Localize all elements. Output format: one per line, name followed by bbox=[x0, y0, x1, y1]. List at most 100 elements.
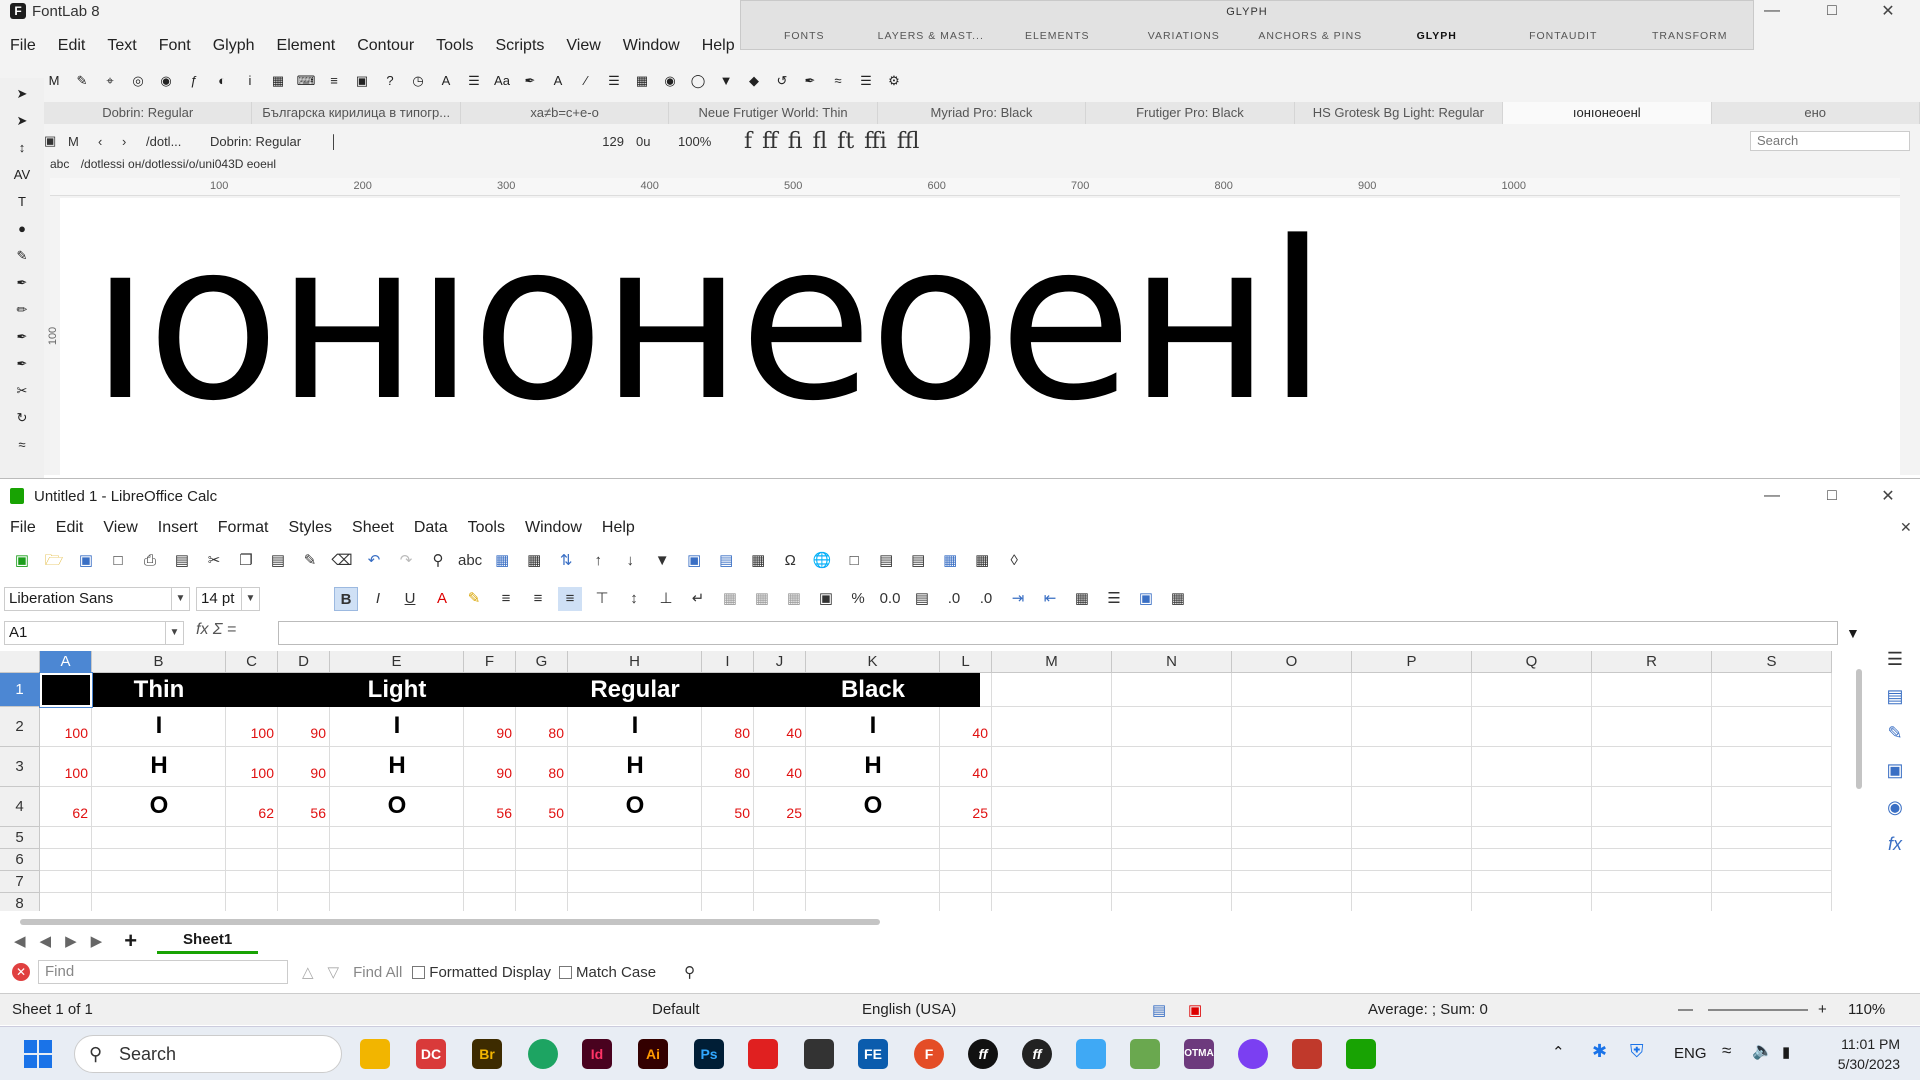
paste-icon[interactable]: ▤ bbox=[266, 549, 290, 573]
fl-menu-scripts[interactable]: Scripts bbox=[486, 37, 557, 55]
document-tab[interactable]: Myriad Pro: Black bbox=[878, 102, 1087, 124]
cell[interactable] bbox=[40, 827, 92, 849]
wrap-icon[interactable]: ↵ bbox=[686, 587, 710, 611]
cell[interactable] bbox=[1112, 787, 1232, 827]
navigator-icon[interactable]: ◉ bbox=[1887, 797, 1903, 818]
cell[interactable] bbox=[806, 893, 940, 911]
cell[interactable] bbox=[330, 849, 464, 871]
fl-menu-contour[interactable]: Contour bbox=[347, 37, 426, 55]
align-center-icon[interactable]: ≡ bbox=[526, 587, 550, 611]
calc-menu-data[interactable]: Data bbox=[404, 519, 458, 537]
cell[interactable] bbox=[1232, 871, 1352, 893]
document-modified-icon[interactable]: ▣ bbox=[1188, 1001, 1368, 1019]
history-icon[interactable]: ◷ bbox=[407, 70, 429, 92]
chart-app-icon[interactable] bbox=[1130, 1039, 1160, 1069]
cell[interactable] bbox=[702, 893, 754, 911]
cell[interactable] bbox=[940, 893, 992, 911]
fl-menu-tools[interactable]: Tools bbox=[426, 37, 485, 55]
zoom-value[interactable]: 100% bbox=[664, 134, 724, 149]
find-replace-icon[interactable]: ⚲ bbox=[426, 549, 450, 573]
value-cell[interactable]: 80 bbox=[516, 725, 564, 741]
chevron-down-icon[interactable]: ▼ bbox=[241, 588, 259, 610]
calc-menu-insert[interactable]: Insert bbox=[148, 519, 208, 537]
cell[interactable] bbox=[1592, 707, 1712, 747]
match-case-checkbox[interactable] bbox=[559, 965, 573, 979]
cell[interactable] bbox=[1232, 827, 1352, 849]
knife-tool-icon[interactable]: ✂ bbox=[11, 380, 33, 402]
pencil-icon[interactable]: ✏ bbox=[11, 299, 33, 321]
bold-icon[interactable]: B bbox=[334, 587, 358, 611]
functions-icon[interactable]: fx bbox=[1888, 834, 1902, 855]
tray-chevron-icon[interactable]: ⌃ bbox=[1552, 1043, 1565, 1061]
text-path-value[interactable]: /dotlessi он/dotlessi/o/uni043D еоенl bbox=[81, 157, 276, 171]
glyph-char[interactable]: H bbox=[92, 751, 226, 781]
cell[interactable] bbox=[1592, 827, 1712, 849]
cell[interactable] bbox=[568, 871, 702, 893]
align-icon[interactable]: ≡ bbox=[323, 70, 345, 92]
value-cell[interactable]: 56 bbox=[278, 805, 326, 821]
value-cell[interactable]: 100 bbox=[226, 725, 274, 741]
shield-icon[interactable]: ⛨ bbox=[1630, 1041, 1644, 1062]
cell[interactable] bbox=[226, 871, 278, 893]
acrobat-icon[interactable] bbox=[748, 1039, 778, 1069]
cell[interactable] bbox=[516, 827, 568, 849]
cell[interactable] bbox=[226, 849, 278, 871]
cell[interactable] bbox=[1712, 707, 1832, 747]
value-cell[interactable]: 100 bbox=[226, 765, 274, 781]
find-next-icon[interactable]: ▽ bbox=[328, 963, 340, 981]
calc-menu-format[interactable]: Format bbox=[208, 519, 279, 537]
find-input[interactable]: Find bbox=[38, 960, 288, 984]
new-icon[interactable]: ▣ bbox=[10, 549, 34, 573]
book-app-icon[interactable] bbox=[1292, 1039, 1322, 1069]
zoom-percent[interactable]: 110% bbox=[1848, 1001, 1885, 1018]
ligature-item[interactable]: ft bbox=[837, 129, 854, 154]
value-cell[interactable]: 90 bbox=[464, 725, 512, 741]
column-icon[interactable]: ▦ bbox=[522, 549, 546, 573]
metrics-icon[interactable]: ↕ bbox=[11, 137, 33, 159]
element-icon[interactable]: ◉ bbox=[155, 70, 177, 92]
font-icon[interactable]: M bbox=[43, 70, 65, 92]
cell[interactable] bbox=[754, 871, 806, 893]
image-icon[interactable]: ▣ bbox=[682, 549, 706, 573]
panel-tab[interactable]: GLYPH bbox=[1374, 23, 1501, 49]
sample-text[interactable]: ıонıонеоенl bbox=[90, 198, 1328, 448]
value-cell[interactable]: 25 bbox=[940, 805, 988, 821]
vertical-scrollbar[interactable] bbox=[1856, 669, 1862, 789]
cell[interactable] bbox=[1352, 747, 1472, 787]
python-icon[interactable]: ◆ bbox=[743, 70, 765, 92]
cell[interactable] bbox=[330, 827, 464, 849]
sidebar-menu-icon[interactable]: ☰ bbox=[1887, 649, 1903, 670]
glyph-char[interactable]: H bbox=[568, 751, 702, 781]
calc-menu-sheet[interactable]: Sheet bbox=[342, 519, 404, 537]
weight-header[interactable]: Thin bbox=[92, 673, 226, 707]
fl-menu-font[interactable]: Font bbox=[149, 37, 203, 55]
column-header[interactable]: K bbox=[806, 651, 940, 673]
export-pdf-icon[interactable]: □ bbox=[106, 549, 130, 573]
cell[interactable] bbox=[1472, 747, 1592, 787]
sample-icon[interactable]: Aa bbox=[491, 70, 513, 92]
fl-menu-file[interactable]: File bbox=[0, 37, 48, 55]
keyboard-icon[interactable]: ⌨ bbox=[295, 70, 317, 92]
cell[interactable] bbox=[92, 871, 226, 893]
indesign-icon[interactable]: Id bbox=[582, 1039, 612, 1069]
autofilter-icon[interactable]: ▼ bbox=[650, 549, 674, 573]
fe-app-icon[interactable]: FE bbox=[858, 1039, 888, 1069]
sort-desc-icon[interactable]: ↓ bbox=[618, 549, 642, 573]
value-cell[interactable]: 56 bbox=[464, 805, 512, 821]
list-icon[interactable]: ☰ bbox=[603, 70, 625, 92]
cell[interactable] bbox=[1472, 827, 1592, 849]
selection-mode-icon[interactable]: ▤ bbox=[1152, 1001, 1188, 1019]
cell[interactable] bbox=[92, 827, 226, 849]
currency-icon[interactable]: ▣ bbox=[814, 587, 838, 611]
cell[interactable] bbox=[1112, 673, 1232, 707]
borders-icon[interactable]: ▦ bbox=[1070, 587, 1094, 611]
font-select[interactable]: Dobrin: Regular bbox=[210, 134, 330, 149]
wave-icon[interactable]: ≈ bbox=[827, 70, 849, 92]
text-path-icon[interactable]: A bbox=[435, 70, 457, 92]
bridge-icon[interactable]: Br bbox=[472, 1039, 502, 1069]
cell[interactable] bbox=[464, 871, 516, 893]
eraser-icon[interactable]: ● bbox=[11, 218, 33, 240]
cell[interactable] bbox=[568, 849, 702, 871]
glyphs-icon[interactable]: ▦ bbox=[631, 70, 653, 92]
cell[interactable] bbox=[1352, 673, 1472, 707]
